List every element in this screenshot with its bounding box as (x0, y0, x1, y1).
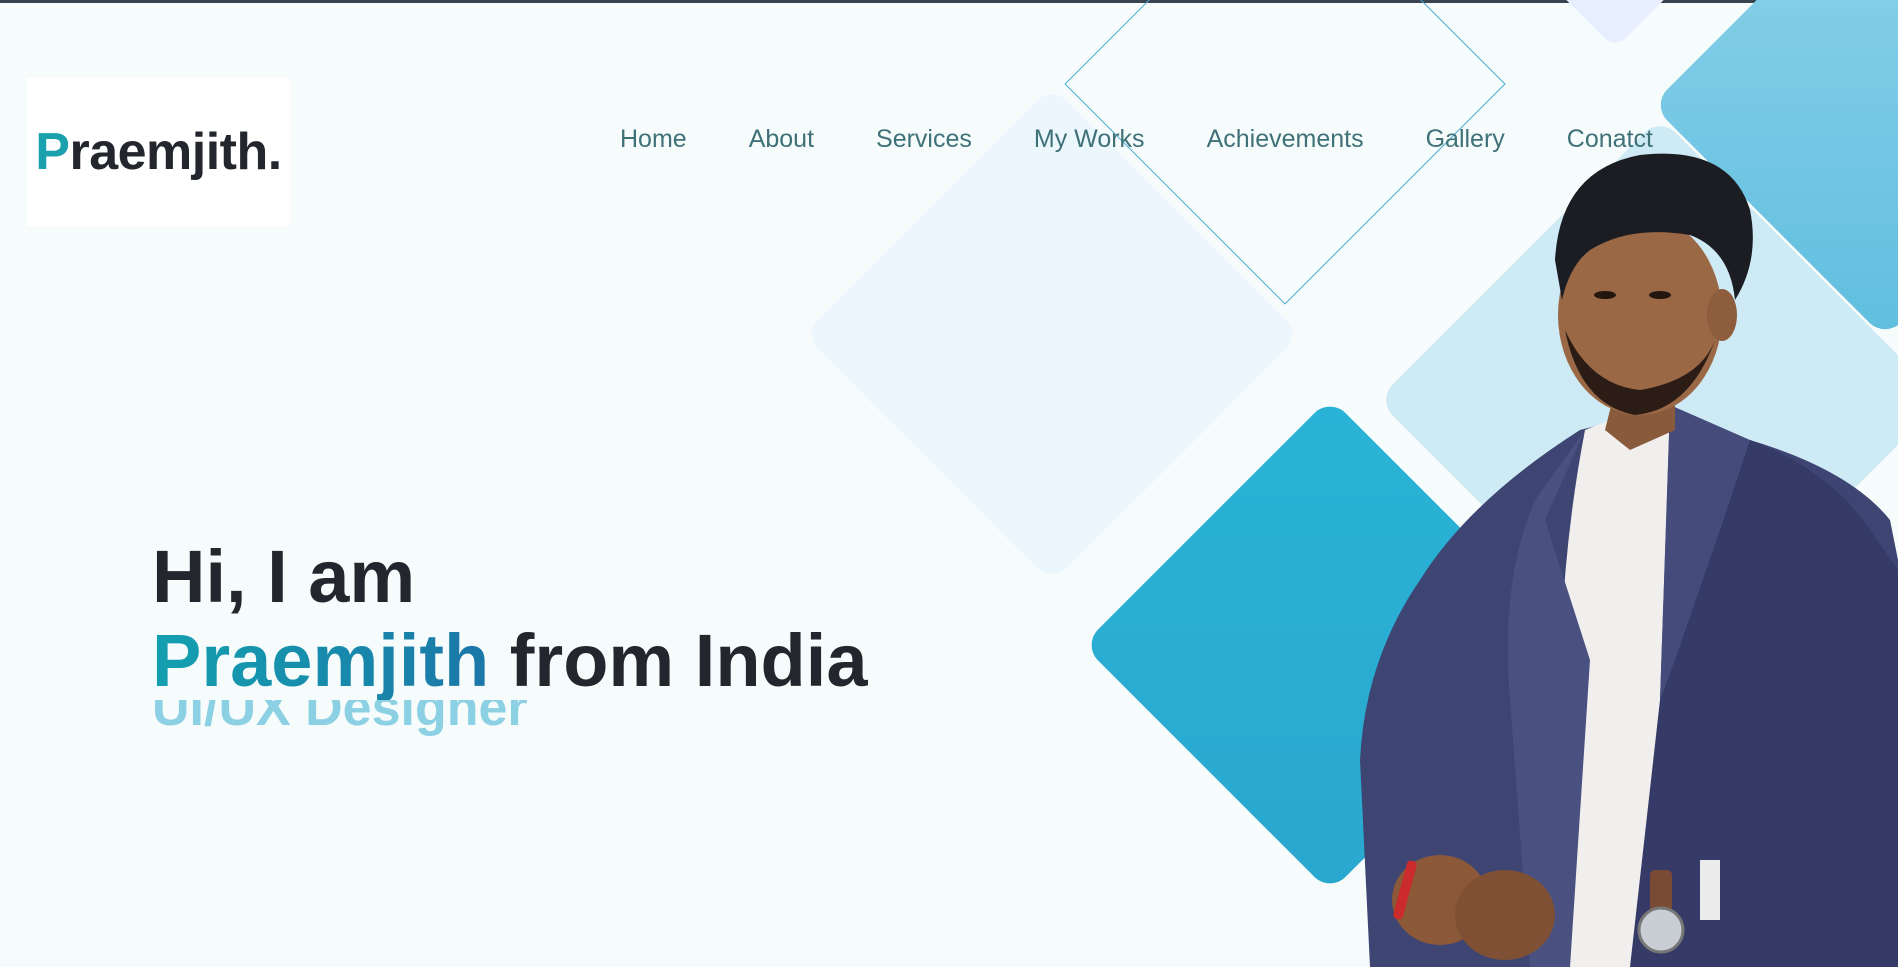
hero: Hi, I am Praemjith from India (152, 535, 867, 703)
nav-my-works[interactable]: My Works (1034, 125, 1145, 154)
profile-photo (1360, 153, 1898, 967)
hero-headline: Praemjith from India (152, 619, 867, 703)
hero-role: UI/UX Designer (152, 700, 528, 737)
nav-services[interactable]: Services (876, 125, 972, 154)
hero-greeting: Hi, I am (152, 535, 416, 618)
nav-about[interactable]: About (749, 125, 814, 154)
logo-rest: raemjith. (69, 123, 282, 181)
page: Praemjith. Home About Services My Works … (0, 0, 1898, 967)
hero-name: Praemjith (152, 619, 490, 702)
hero-suffix: from India (489, 619, 868, 702)
logo-initial: P (35, 123, 70, 181)
logo[interactable]: Praemjith. (27, 78, 290, 226)
background-diamond-small-top (1551, 0, 1679, 49)
hero-role-container: UI/UX Designer (152, 700, 852, 752)
logo-text: Praemjith. (35, 122, 282, 182)
nav-home[interactable]: Home (620, 125, 687, 154)
